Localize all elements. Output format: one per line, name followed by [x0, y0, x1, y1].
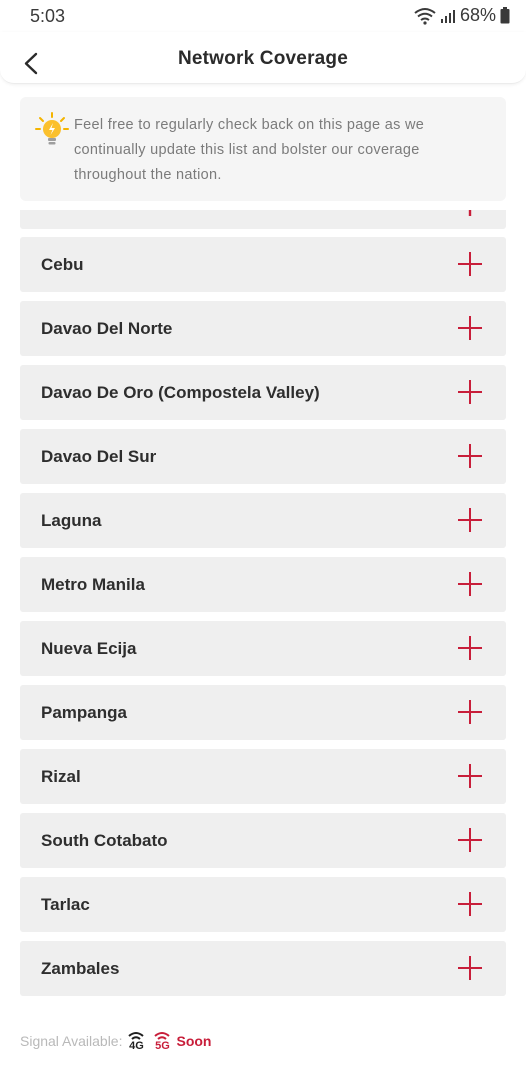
- region-item[interactable]: Cebu: [20, 237, 506, 292]
- region-item[interactable]: Pampanga: [20, 685, 506, 740]
- plus-icon[interactable]: [458, 828, 482, 852]
- status-bar: 5:03 68%: [0, 0, 526, 32]
- region-item[interactable]: Metro Manila: [20, 557, 506, 612]
- region-label: Rizal: [41, 767, 81, 786]
- region-item[interactable]: Davao De Oro (Compostela Valley): [20, 365, 506, 420]
- page-title: Network Coverage: [177, 48, 349, 69]
- lightbulb-icon: [35, 112, 69, 145]
- region-label: Davao De Oro (Compostela Valley): [41, 383, 320, 402]
- status-time: 5:03: [30, 6, 66, 26]
- signal-5g-icon: [154, 1031, 171, 1040]
- region-item[interactable]: Rizal: [20, 749, 506, 804]
- legend-label: Signal Available:: [20, 1033, 123, 1049]
- signal-5g-badge: 5G: [154, 1031, 171, 1052]
- info-notice: Feel free to regularly check back on thi…: [20, 97, 506, 201]
- signal-legend: Signal Available: 4G 5G Soon: [20, 1026, 211, 1056]
- plus-icon[interactable]: [458, 700, 482, 724]
- plus-icon-partial: [458, 210, 482, 216]
- region-label: South Cotabato: [41, 831, 168, 850]
- app-header: Network Coverage: [0, 32, 526, 84]
- plus-icon[interactable]: [458, 956, 482, 980]
- plus-icon[interactable]: [458, 892, 482, 916]
- signal-5g-label: 5G: [155, 1039, 170, 1052]
- region-item[interactable]: Zambales: [20, 941, 506, 996]
- region-item[interactable]: Nueva Ecija: [20, 621, 506, 676]
- plus-icon[interactable]: [458, 764, 482, 788]
- battery-percent: 68%: [459, 5, 496, 25]
- notice-text: Feel free to regularly check back on thi…: [74, 117, 425, 183]
- region-label: Tarlac: [41, 895, 90, 914]
- region-label: Cebu: [41, 255, 84, 274]
- region-label: Davao Del Sur: [41, 447, 157, 466]
- plus-icon[interactable]: [458, 252, 482, 276]
- region-label: Pampanga: [41, 703, 127, 722]
- battery-icon: [500, 7, 510, 24]
- list-item-partial[interactable]: [20, 210, 506, 229]
- signal-4g-icon: [128, 1031, 145, 1040]
- region-item[interactable]: South Cotabato: [20, 813, 506, 868]
- plus-icon[interactable]: [458, 636, 482, 660]
- plus-icon[interactable]: [458, 316, 482, 340]
- status-icons: 68%: [414, 5, 510, 26]
- region-item[interactable]: Davao Del Norte: [20, 301, 506, 356]
- plus-icon[interactable]: [458, 444, 482, 468]
- region-list[interactable]: Cebu Davao Del Norte Davao De Oro (Compost…: [20, 210, 506, 996]
- signal-4g-badge: 4G: [128, 1031, 145, 1052]
- plus-icon[interactable]: [458, 572, 482, 596]
- region-label: Laguna: [41, 511, 102, 530]
- plus-icon[interactable]: [458, 508, 482, 532]
- signal-icon: [440, 9, 455, 23]
- plus-icon[interactable]: [458, 380, 482, 404]
- region-items: Cebu Davao Del Norte Davao De Oro (Compost…: [20, 237, 506, 996]
- signal-4g-label: 4G: [129, 1039, 144, 1052]
- region-label: Zambales: [41, 959, 120, 978]
- soon-label: Soon: [176, 1033, 212, 1049]
- region-label: Nueva Ecija: [41, 639, 137, 658]
- region-label: Metro Manila: [41, 575, 145, 594]
- region-label: Davao Del Norte: [41, 319, 173, 338]
- wifi-icon: [414, 7, 436, 25]
- region-item[interactable]: Laguna: [20, 493, 506, 548]
- region-item[interactable]: Davao Del Sur: [20, 429, 506, 484]
- region-item[interactable]: Tarlac: [20, 877, 506, 932]
